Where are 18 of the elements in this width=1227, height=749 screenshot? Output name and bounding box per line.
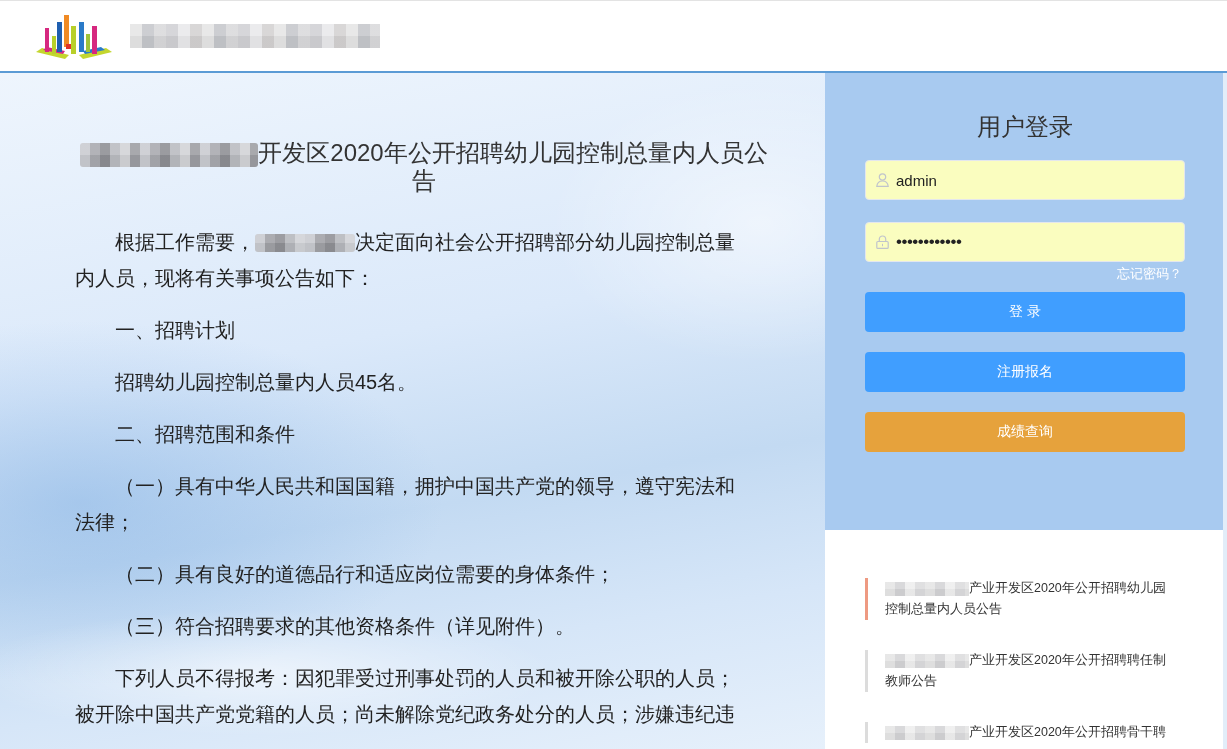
paragraph-text: 一、招聘计划 [114, 317, 236, 343]
paragraph-text: 招聘幼儿园控制总量内人员45名。 [114, 369, 419, 395]
user-icon [876, 173, 889, 187]
paragraph-text: 二、招聘范围和条件 [114, 421, 296, 447]
lock-icon [876, 235, 889, 249]
login-title: 用户登录 [977, 113, 1073, 141]
article-title: 开发区2020年公开招聘幼儿园控制总量内人员公告 [75, 139, 773, 194]
paragraph-text: 根据工作需要， 决定面向社会公开招聘部分幼儿园控制总量内人员，现将有关事项公告如下： [75, 229, 736, 291]
notice-link[interactable]: 产业开发区2020年公开招聘骨干聘 [865, 722, 1171, 743]
bars-logo-icon [35, 13, 113, 59]
paragraph-text: 下列人员不得报考：因犯罪受过刑事处罚的人员和被开除公职的人员；被开除中国共产党党籍的人员；尚未解除党纪政务处分的人员；涉嫌违纪违 [75, 665, 736, 727]
password-field[interactable]: •••••••••••• [865, 222, 1185, 262]
username-field[interactable]: admin [865, 160, 1185, 200]
notice-link[interactable]: 产业开发区2020年公开招聘幼儿园控制总量内人员公告 [865, 578, 1171, 620]
paragraph-text: （二）具有良好的道德品行和适应岗位需要的身体条件； [114, 561, 616, 587]
notice-link[interactable]: 产业开发区2020年公开招聘聘任制教师公告 [865, 650, 1171, 692]
paragraph-text: （一）具有中华人民共和国国籍，拥护中国共产党的领导，遵守宪法和法律； [75, 473, 736, 535]
paragraph-text: （三）符合招聘要求的其他资格条件（详见附件）。 [114, 613, 576, 639]
